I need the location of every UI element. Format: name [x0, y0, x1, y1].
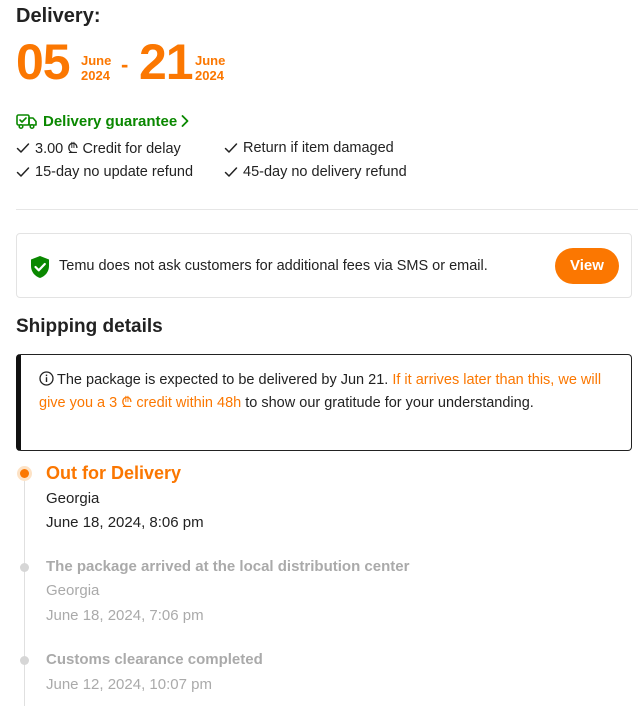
- check-icon: [16, 166, 30, 178]
- event-title: Customs clearance completed: [46, 651, 263, 668]
- event-title: The package arrived at the local distrib…: [46, 558, 410, 575]
- delivery-promise-box: The package is expected to be delivered …: [16, 354, 632, 451]
- event-location: Georgia: [46, 582, 100, 599]
- date-separator: -: [121, 52, 129, 77]
- check-icon: [224, 166, 238, 178]
- event-time: June 18, 2024, 8:06 pm: [46, 514, 204, 531]
- section-divider: [16, 209, 638, 210]
- perk-label: 3.00 ₾ Credit for delay: [35, 141, 181, 157]
- end-year: 2024: [195, 68, 224, 83]
- timeline-dot: [20, 563, 29, 572]
- check-icon: [16, 142, 30, 154]
- truck-check-icon: [16, 112, 38, 130]
- info-text-end: to show our gratitude for your understan…: [245, 395, 534, 411]
- perk-label: 45-day no delivery refund: [243, 164, 407, 180]
- perk-no-update-refund: 15-day no update refund: [16, 162, 193, 182]
- check-icon: [224, 142, 238, 154]
- event-time: June 18, 2024, 7:06 pm: [46, 607, 204, 624]
- delivery-guarantee-link[interactable]: Delivery guarantee: [16, 111, 189, 131]
- start-year: 2024: [81, 68, 110, 83]
- end-month: June: [195, 53, 226, 68]
- delivery-label: Delivery:: [16, 5, 101, 27]
- fee-notice-card: Temu does not ask customers for addition…: [16, 233, 632, 298]
- perk-return: Return if item damaged: [224, 138, 394, 158]
- perk-label: 15-day no update refund: [35, 164, 194, 180]
- shield-check-icon: [29, 255, 51, 279]
- perk-credit: 3.00 ₾ Credit for delay: [16, 138, 181, 158]
- guarantee-title: Delivery guarantee: [43, 112, 178, 130]
- event-time: June 12, 2024, 10:07 pm: [46, 676, 212, 693]
- chevron-right-icon: [181, 115, 189, 127]
- event-location: Georgia: [46, 490, 100, 507]
- start-month: June: [81, 53, 112, 68]
- timeline-line: [24, 480, 25, 706]
- info-circle-icon: [39, 371, 54, 386]
- end-day: 21: [139, 34, 194, 90]
- info-text-main: The package is expected to be delivered …: [57, 372, 389, 388]
- timeline-dot-active: [17, 466, 32, 481]
- timeline-dot: [20, 656, 29, 665]
- notice-text: Temu does not ask customers for addition…: [59, 258, 488, 274]
- perk-no-delivery-refund: 45-day no delivery refund: [224, 162, 407, 182]
- start-day: 05: [16, 34, 71, 90]
- shipping-details-title: Shipping details: [16, 316, 163, 337]
- perk-label: Return if item damaged: [243, 140, 394, 156]
- view-button[interactable]: View: [555, 248, 619, 284]
- event-title: Out for Delivery: [46, 463, 182, 483]
